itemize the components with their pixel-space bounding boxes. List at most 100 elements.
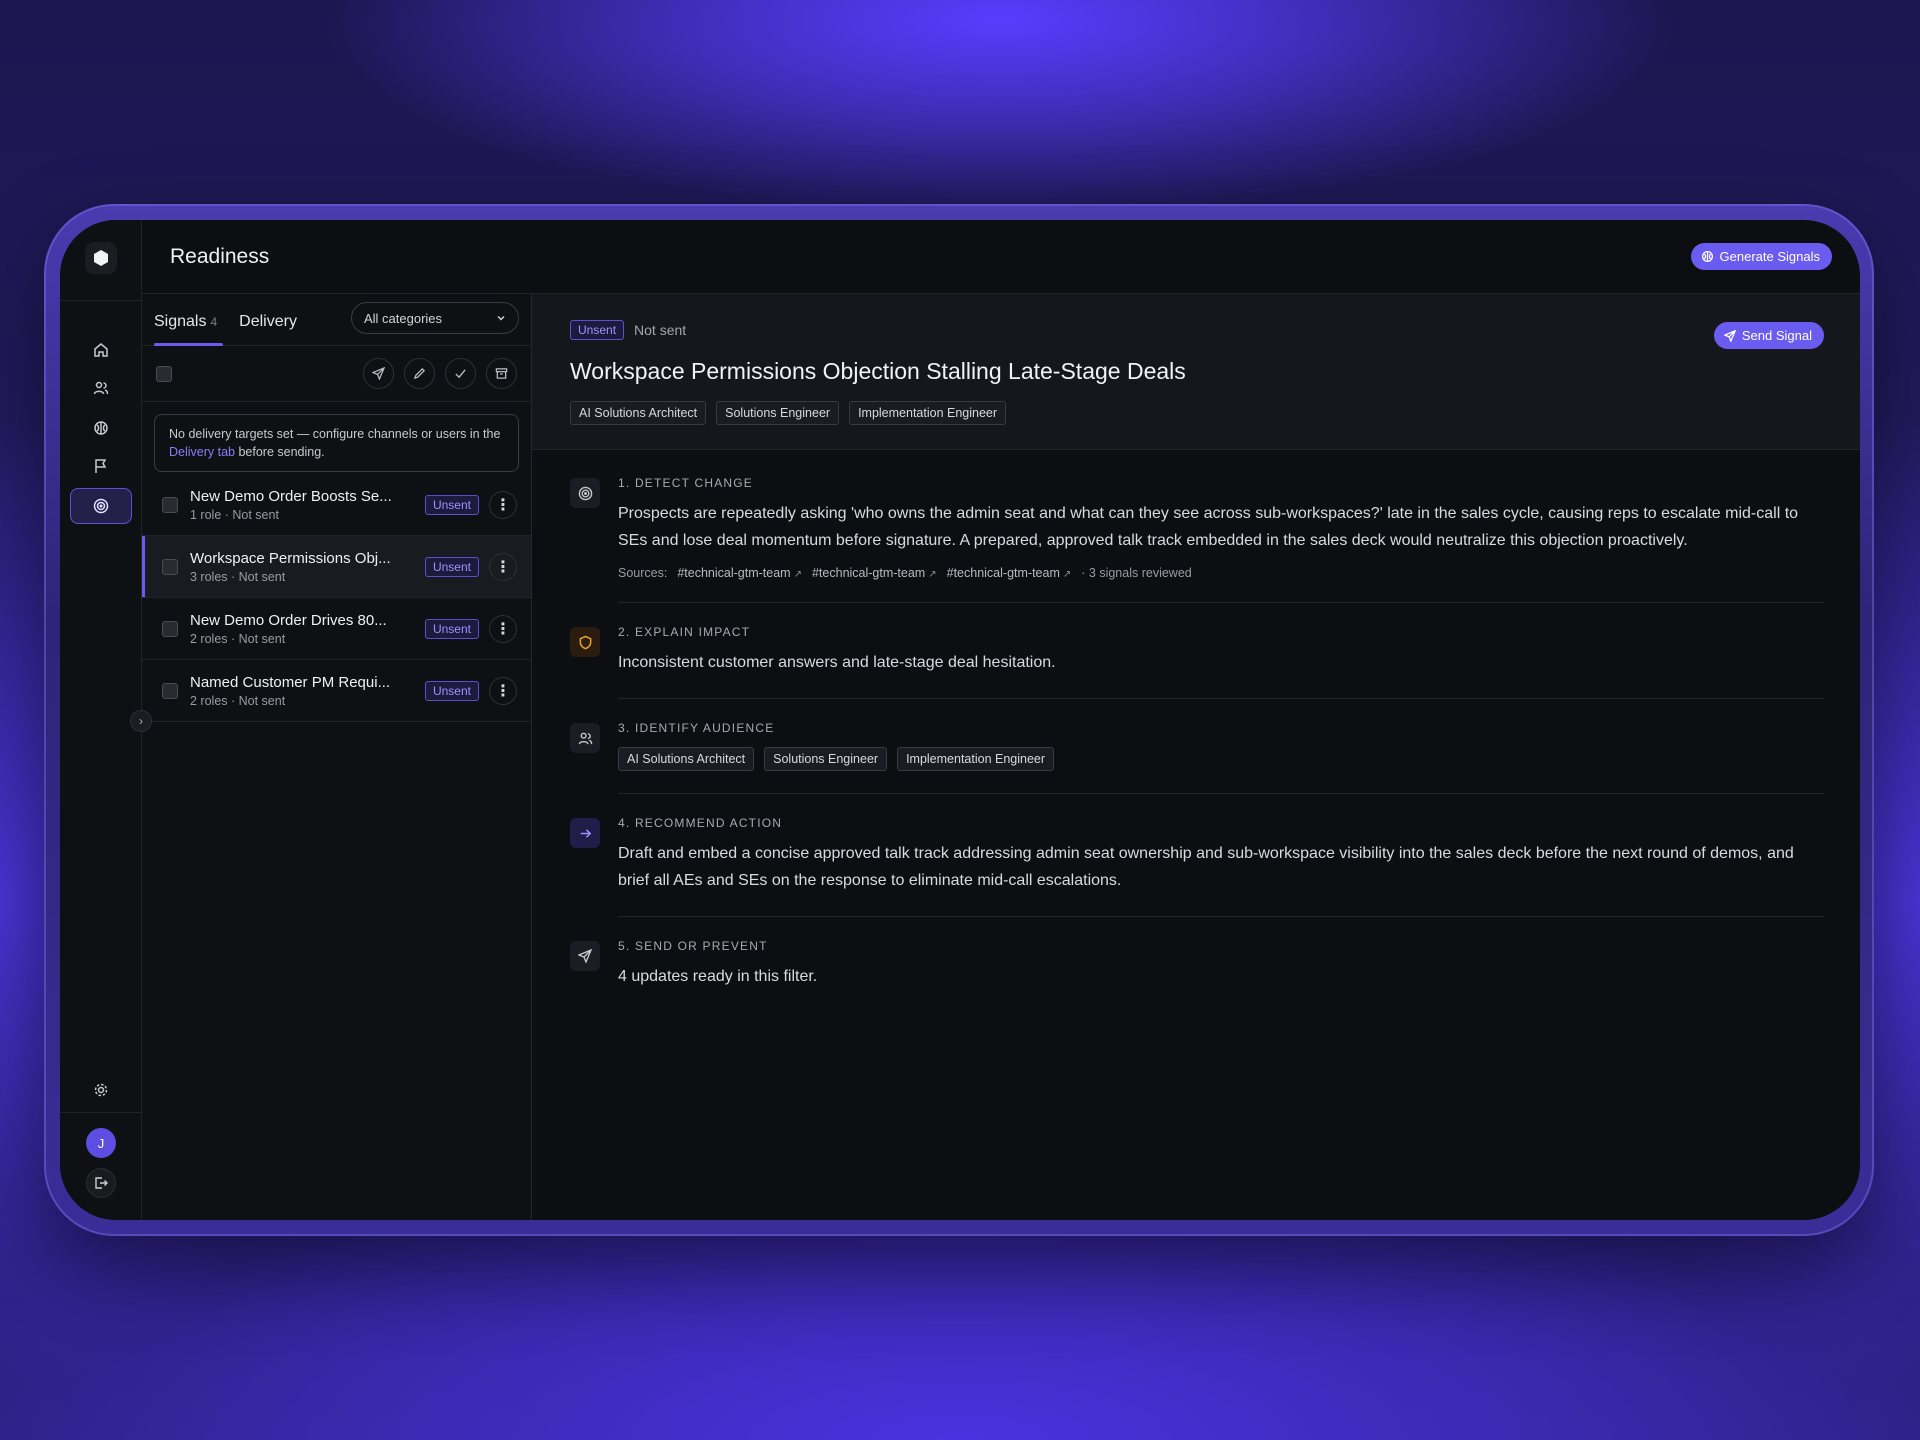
list-item[interactable]: Named Customer PM Requi... 2 roles · Not… — [142, 660, 531, 722]
users-icon[interactable] — [70, 370, 132, 406]
workflow-steps: 1. DETECT CHANGE Prospects are repeatedl… — [532, 450, 1860, 1034]
more-menu-icon[interactable]: ⋮ — [489, 614, 517, 643]
source-name: #technical-gtm-team — [677, 566, 791, 580]
tab-signals[interactable]: Signals 4 — [154, 313, 224, 346]
tab-bar: Signals 4 Delivery All categories — [142, 294, 531, 346]
rail-divider — [60, 300, 141, 301]
notice-text-end: before sending. — [235, 445, 325, 459]
brain-icon[interactable] — [70, 410, 132, 446]
row-text: Workspace Permissions Obj... 3 roles · N… — [190, 550, 415, 584]
step-body: 3. IDENTIFY AUDIENCE AI Solutions Archit… — [618, 721, 1824, 794]
step-identify-audience: 3. IDENTIFY AUDIENCE AI Solutions Archit… — [570, 721, 1824, 816]
bulk-actions — [363, 358, 517, 389]
expand-sidebar-chevron-icon[interactable]: › — [130, 710, 152, 732]
rail-bottom-divider — [60, 1112, 141, 1113]
audience-tag: Solutions Engineer — [764, 747, 888, 771]
send-signal-label: Send Signal — [1741, 328, 1812, 343]
category-filter-select[interactable]: All categories — [351, 302, 519, 334]
flag-icon[interactable] — [70, 448, 132, 484]
edit-icon[interactable] — [404, 358, 435, 389]
row-checkbox[interactable] — [162, 620, 178, 637]
step-label: 3. IDENTIFY AUDIENCE — [618, 721, 775, 735]
signals-count: 4 — [210, 315, 218, 329]
list-item[interactable]: New Demo Order Drives 80... 2 roles · No… — [142, 598, 531, 660]
external-link-icon: ↗ — [1062, 569, 1072, 580]
delivery-notice: No delivery targets set — configure chan… — [154, 414, 519, 472]
settings-icon[interactable] — [70, 1072, 132, 1108]
send-icon[interactable] — [363, 358, 394, 389]
row-checkbox[interactable] — [162, 682, 178, 699]
row-checkbox[interactable] — [162, 496, 178, 513]
row-text: New Demo Order Boosts Se... 1 role · Not… — [190, 488, 415, 522]
audience-tag: AI Solutions Architect — [618, 747, 755, 771]
sources-line: Sources: #technical-gtm-team ↗ #technical… — [618, 566, 1824, 580]
step-recommend-action: 4. RECOMMEND ACTION Draft and embed a co… — [570, 816, 1824, 939]
nav-rail: J › — [60, 220, 152, 1220]
delivery-tab-link[interactable]: Delivery tab — [169, 445, 235, 459]
tab-signals-label: Signals — [154, 313, 207, 330]
user-avatar[interactable]: J — [86, 1128, 116, 1158]
page-title: Readiness — [170, 244, 270, 268]
row-text: Named Customer PM Requi... 2 roles · Not… — [190, 674, 415, 708]
top-bar: Readiness Generate Signals — [142, 220, 1860, 294]
sources-label: Sources: — [618, 566, 668, 580]
source-link[interactable]: #technical-gtm-team ↗ — [947, 566, 1072, 580]
source-name: #technical-gtm-team — [811, 566, 926, 580]
main-area: Readiness Generate Signals Signals 4 Deli… — [142, 220, 1860, 1220]
step-text: Draft and embed a concise approved talk … — [618, 845, 1794, 889]
content-body: Signals 4 Delivery All categories No del… — [142, 294, 1860, 1220]
tab-delivery-label: Delivery — [239, 313, 297, 330]
more-menu-icon[interactable]: ⋮ — [489, 490, 517, 519]
step-label: 5. SEND OR PREVENT — [618, 939, 768, 953]
status-line: Unsent Not sent — [570, 320, 1824, 340]
list-item[interactable]: Workspace Permissions Obj... 3 roles · N… — [142, 536, 531, 598]
brain-icon — [1701, 250, 1713, 263]
step-body: 2. EXPLAIN IMPACT Inconsistent customer … — [618, 625, 1824, 699]
source-link[interactable]: #technical-gtm-team ↗ — [677, 566, 802, 580]
signal-title: Workspace Permissions Objection Stalling… — [570, 358, 1186, 384]
arrow-right-icon — [570, 818, 600, 848]
category-filter-value: All categories — [364, 310, 443, 326]
signals-icon[interactable] — [70, 488, 132, 524]
tab-delivery[interactable]: Delivery — [239, 313, 297, 345]
step-body: 5. SEND OR PREVENT 4 updates ready in th… — [618, 939, 1824, 1012]
signals-reviewed: · 3 signals reviewed — [1081, 566, 1192, 580]
app-logo[interactable] — [85, 242, 117, 274]
select-all-checkbox[interactable] — [156, 365, 172, 382]
status-badge: Unsent — [424, 680, 479, 701]
more-menu-icon[interactable]: ⋮ — [489, 552, 517, 581]
list-item[interactable]: New Demo Order Boosts Se... 1 role · Not… — [142, 474, 531, 536]
source-link[interactable]: #technical-gtm-team ↗ — [812, 566, 937, 580]
generate-signals-button[interactable]: Generate Signals — [1690, 243, 1832, 270]
audience-tags: AI Solutions Architect Solutions Enginee… — [618, 747, 1824, 771]
row-meta: 2 roles · Not sent — [190, 693, 286, 708]
logout-icon[interactable] — [86, 1168, 116, 1198]
row-meta: 1 role · Not sent — [190, 507, 279, 522]
role-tags: AI Solutions Architect Solutions Enginee… — [570, 401, 1824, 425]
row-title: New Demo Order Boosts Se... — [190, 487, 392, 505]
role-tag: Solutions Engineer — [716, 401, 840, 425]
role-tag: AI Solutions Architect — [570, 401, 707, 425]
external-link-icon: ↗ — [793, 569, 802, 580]
more-menu-icon[interactable]: ⋮ — [489, 676, 517, 705]
archive-icon[interactable] — [486, 358, 517, 389]
home-icon[interactable] — [70, 332, 132, 368]
send-icon — [1723, 329, 1736, 342]
send-signal-button[interactable]: Send Signal — [1713, 322, 1824, 349]
status-text: Not sent — [634, 322, 687, 338]
users-icon — [570, 723, 600, 753]
role-tag: Implementation Engineer — [849, 401, 1007, 425]
row-title: Workspace Permissions Obj... — [190, 549, 391, 567]
notice-text: No delivery targets set — configure chan… — [169, 427, 501, 441]
row-meta: 3 roles · Not sent — [190, 569, 286, 584]
external-link-icon: ↗ — [928, 569, 937, 580]
step-text: Prospects are repeatedly asking 'who own… — [618, 505, 1799, 549]
generate-signals-label: Generate Signals — [1719, 249, 1820, 264]
row-text: New Demo Order Drives 80... 2 roles · No… — [190, 612, 415, 646]
status-badge: Unsent — [570, 320, 625, 340]
status-badge: Unsent — [424, 618, 479, 639]
check-icon[interactable] — [445, 358, 476, 389]
shield-icon — [570, 627, 600, 657]
row-checkbox[interactable] — [162, 558, 178, 575]
app-window: J › Readiness Generate Signals Signals4 — [60, 220, 1860, 1220]
